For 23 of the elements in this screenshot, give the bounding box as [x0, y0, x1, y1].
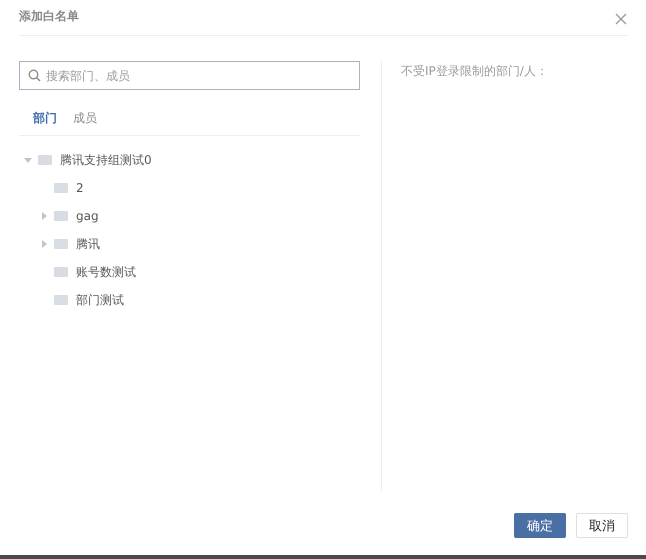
dialog-title: 添加白名单 — [19, 8, 79, 25]
caret-right-icon[interactable] — [40, 240, 48, 248]
tree-item[interactable]: gag — [76, 209, 99, 223]
folder-icon — [54, 211, 68, 221]
tree-item[interactable]: 2 — [76, 181, 84, 195]
caret-right-icon[interactable] — [40, 212, 48, 220]
selected-list-label: 不受IP登录限制的部门/人： — [401, 63, 548, 80]
confirm-button[interactable]: 确定 — [514, 513, 566, 538]
tree-item[interactable]: 部门测试 — [76, 292, 124, 308]
tab[interactable]: 部门 — [33, 110, 57, 127]
folder-icon — [54, 267, 68, 277]
folder-icon — [54, 239, 68, 249]
tree-item[interactable]: 账号数测试 — [76, 264, 136, 280]
cancel-button[interactable]: 取消 — [576, 513, 628, 538]
tab[interactable]: 成员 — [73, 110, 97, 127]
tree-item[interactable]: 腾讯 — [76, 236, 100, 252]
folder-icon — [38, 155, 52, 165]
folder-icon — [54, 295, 68, 305]
caret-down-icon[interactable] — [24, 156, 32, 164]
search-field[interactable]: 搜索部门、成员 — [19, 61, 360, 90]
folder-icon — [54, 183, 68, 193]
close-icon[interactable] — [615, 12, 627, 24]
tree-item[interactable]: 腾讯支持组测试0 — [60, 152, 152, 168]
